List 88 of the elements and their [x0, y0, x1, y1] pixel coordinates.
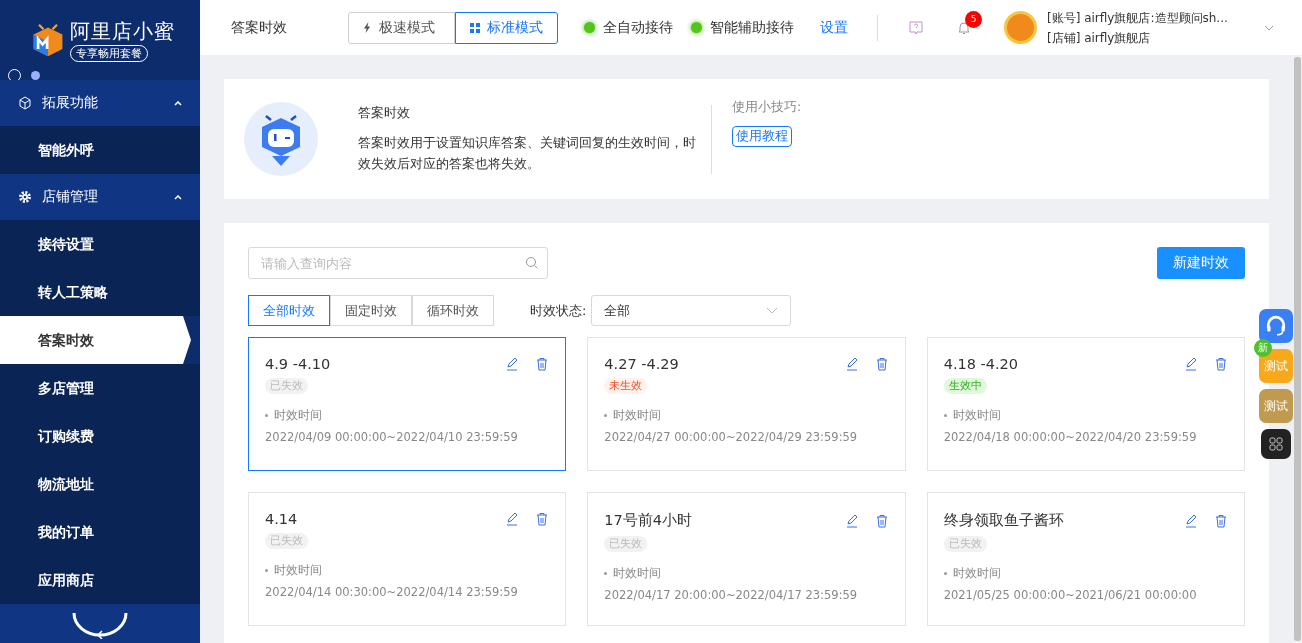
cube-icon — [18, 96, 32, 110]
lightning-icon — [363, 22, 372, 33]
menu-item[interactable]: 接待设置 — [0, 220, 200, 268]
edit-icon[interactable] — [1184, 357, 1198, 371]
delete-icon[interactable] — [1214, 357, 1228, 371]
page-title: 答案时效 — [231, 18, 288, 37]
mode-tab[interactable]: 标准模式 — [455, 11, 558, 44]
delete-icon[interactable] — [535, 512, 550, 526]
mode-tab[interactable]: 极速模式 — [348, 11, 455, 44]
bullet-icon — [265, 569, 268, 572]
notification-badge: 5 — [965, 10, 982, 28]
account-name: [账号] airfly旗舰店:造型顾问sh... — [1047, 9, 1229, 27]
search-icon — [525, 256, 539, 270]
filter-tab[interactable]: 全部时效 — [248, 295, 330, 326]
apps-button[interactable] — [1261, 429, 1291, 459]
grid-icon — [470, 22, 480, 33]
edit-icon[interactable] — [844, 513, 859, 528]
time-range: 2022/04/14 00:30:00~2022/04/14 23:59:59 — [265, 585, 519, 599]
edit-icon[interactable] — [505, 512, 520, 526]
rule-name: 4.27 -4.29 — [604, 356, 679, 372]
delete-icon[interactable] — [874, 357, 889, 371]
delete-icon[interactable] — [874, 513, 889, 528]
tutorial-link[interactable]: 使用教程 — [732, 126, 792, 147]
avatar[interactable] — [1004, 11, 1037, 44]
status-tag: 未生效 — [604, 378, 648, 394]
caret-icon — [174, 100, 182, 106]
edit-icon[interactable] — [1184, 513, 1198, 528]
delete-icon[interactable] — [1214, 513, 1228, 528]
status-tag: 生效中 — [943, 378, 987, 394]
edit-icon[interactable] — [505, 357, 520, 371]
bell-icon[interactable] — [956, 19, 972, 36]
chevron-down-icon[interactable] — [1264, 24, 1274, 31]
menu-item[interactable]: 应用商店 — [0, 556, 200, 604]
status-label: 全自动接待 — [603, 18, 673, 37]
rule-name: 4.9 -4.10 — [265, 356, 331, 372]
intro-description: 答案时效用于设置知识库答案、关键词回复的生效时间，时效失效后对应的答案也将失效。 — [358, 133, 697, 173]
time-range: 2021/05/25 00:00:00~2021/06/21 00:00:00 — [943, 588, 1198, 602]
scrollbar[interactable] — [1293, 55, 1302, 643]
rule-name: 4.18 -4.20 — [943, 356, 1019, 372]
status-filter-label: 时效状态: — [530, 301, 587, 320]
menu-group[interactable]: 拓展功能 — [0, 80, 200, 126]
bullet-icon — [604, 572, 608, 575]
time-label: 时效时间 — [274, 563, 322, 578]
grid-icon — [1269, 437, 1283, 451]
edit-icon[interactable] — [844, 357, 859, 371]
rule-card[interactable]: 4.18 -4.20 生效中 时效时间 2022/04/18 00:00:00~2022/04/20 23:59:59 — [926, 337, 1245, 471]
time-label: 时效时间 — [613, 408, 662, 423]
menu-group[interactable]: 店铺管理 — [0, 174, 200, 220]
status-dropdown[interactable]: 全部 — [591, 295, 792, 326]
support-button[interactable] — [1259, 309, 1293, 343]
rule-card[interactable]: 4.27 -4.29 未生效 时效时间 2022/04/27 00:00:00~2022/04/29 23:59:59 — [587, 337, 906, 471]
brand-name: 阿里店小蜜 — [70, 18, 175, 45]
status-label: 智能辅助接待 — [710, 18, 794, 37]
rule-name: 4.14 — [265, 511, 298, 527]
bullet-icon — [943, 414, 947, 417]
menu-item[interactable]: 物流地址 — [0, 460, 200, 508]
menu-item[interactable]: 智能外呼 — [0, 126, 200, 174]
chevron-down-icon — [766, 307, 779, 314]
shop-name: [店铺] airfly旗舰店 — [1047, 29, 1152, 47]
bullet-icon — [943, 572, 947, 575]
filter-tab[interactable]: 循环时效 — [412, 295, 494, 326]
headset-icon — [1265, 315, 1287, 337]
time-range: 2022/04/18 00:00:00~2022/04/20 23:59:59 — [943, 430, 1198, 444]
rule-name: 17号前4小时 — [604, 511, 692, 530]
dot-icon — [31, 71, 40, 80]
filter-tab[interactable]: 固定时效 — [330, 295, 412, 326]
time-range: 2022/04/17 20:00:00~2022/04/17 23:59:59 — [604, 588, 859, 602]
settings-link[interactable]: 设置 — [820, 18, 848, 37]
time-label: 时效时间 — [613, 566, 662, 581]
time-label: 时效时间 — [952, 408, 1001, 423]
time-range: 2022/04/09 00:00:00~2022/04/10 23:59:59 — [265, 430, 519, 444]
delete-icon[interactable] — [535, 357, 550, 371]
menu-item[interactable]: 多店管理 — [0, 364, 200, 412]
time-range: 2022/04/27 00:00:00~2022/04/29 23:59:59 — [604, 430, 859, 444]
menu-item[interactable]: 订购续费 — [0, 412, 200, 460]
menu-item[interactable]: 转人工策略 — [0, 268, 200, 316]
time-label: 时效时间 — [952, 566, 1001, 581]
tips-label: 使用小技巧: — [732, 99, 802, 116]
bullet-icon — [265, 414, 268, 417]
bullet-icon — [604, 414, 608, 417]
rule-name: 终身领取鱼子酱环 — [943, 511, 1064, 530]
search-field[interactable]: 请输入查询内容 — [248, 247, 548, 279]
caret-icon — [174, 194, 182, 200]
menu-item[interactable]: 答案时效 — [0, 316, 191, 364]
time-label: 时效时间 — [274, 408, 322, 423]
menu-item[interactable]: 我的订单 — [0, 508, 200, 556]
gear-icon — [18, 190, 32, 204]
intro-title: 答案时效 — [358, 104, 411, 122]
